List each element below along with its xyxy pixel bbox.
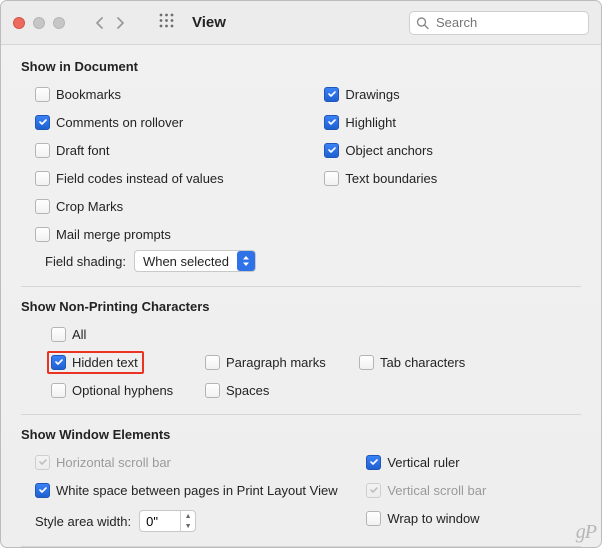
preferences-window: View Show in Document Bookmarks Comments… bbox=[0, 0, 602, 548]
checkbox-icon bbox=[51, 355, 66, 370]
checkbox-text-boundaries[interactable]: Text boundaries bbox=[324, 168, 581, 188]
checkbox-label: Spaces bbox=[226, 383, 269, 398]
checkbox-icon bbox=[35, 115, 50, 130]
checkbox-label: Optional hyphens bbox=[72, 383, 173, 398]
chevron-up-icon: ▲ bbox=[181, 511, 195, 521]
section-window-elements: Show Window Elements Horizontal scroll b… bbox=[21, 427, 581, 538]
checkbox-icon bbox=[366, 483, 381, 498]
checkbox-drawings[interactable]: Drawings bbox=[324, 84, 581, 104]
style-area-width-row: Style area width: ▲ ▼ bbox=[35, 510, 346, 532]
chevron-up-down-icon bbox=[237, 251, 255, 271]
window-title: View bbox=[192, 14, 226, 31]
checkbox-icon bbox=[205, 355, 220, 370]
checkbox-icon bbox=[324, 171, 339, 186]
checkbox-field-codes[interactable]: Field codes instead of values bbox=[35, 168, 304, 188]
checkbox-hidden-text[interactable]: Hidden text bbox=[51, 352, 181, 372]
checkbox-spaces[interactable]: Spaces bbox=[205, 380, 335, 400]
checkbox-label: Field codes instead of values bbox=[56, 171, 224, 186]
checkbox-comments-on-rollover[interactable]: Comments on rollover bbox=[35, 112, 304, 132]
checkbox-label: Horizontal scroll bar bbox=[56, 455, 171, 470]
titlebar: View bbox=[1, 1, 601, 45]
checkbox-label: Crop Marks bbox=[56, 199, 123, 214]
checkbox-icon bbox=[35, 171, 50, 186]
checkbox-paragraph-marks[interactable]: Paragraph marks bbox=[205, 352, 335, 372]
checkbox-label: Vertical ruler bbox=[387, 455, 459, 470]
section-title: Show in Document bbox=[21, 59, 581, 74]
checkbox-label: Object anchors bbox=[345, 143, 432, 158]
divider bbox=[21, 286, 581, 287]
section-title: Show Window Elements bbox=[21, 427, 581, 442]
checkbox-icon bbox=[324, 115, 339, 130]
checkbox-icon bbox=[35, 483, 50, 498]
close-window-button[interactable] bbox=[13, 17, 25, 29]
checkbox-all[interactable]: All bbox=[51, 324, 581, 344]
checkbox-icon bbox=[35, 227, 50, 242]
checkbox-icon bbox=[51, 383, 66, 398]
checkbox-tab-characters[interactable]: Tab characters bbox=[359, 352, 489, 372]
checkbox-bookmarks[interactable]: Bookmarks bbox=[35, 84, 304, 104]
checkbox-label: White space between pages in Print Layou… bbox=[56, 483, 338, 498]
section-show-in-document: Show in Document Bookmarks Comments on r… bbox=[21, 59, 581, 278]
checkbox-horizontal-scroll-bar: Horizontal scroll bar bbox=[35, 452, 346, 472]
checkbox-label: Draft font bbox=[56, 143, 109, 158]
checkbox-mail-merge-prompts[interactable]: Mail merge prompts bbox=[35, 224, 304, 244]
checkbox-icon bbox=[35, 455, 50, 470]
window-controls bbox=[13, 17, 65, 29]
preferences-body: Show in Document Bookmarks Comments on r… bbox=[1, 45, 601, 547]
checkbox-label: Bookmarks bbox=[56, 87, 121, 102]
nav-buttons bbox=[95, 16, 125, 30]
back-button[interactable] bbox=[95, 16, 105, 30]
section-title: Show Non-Printing Characters bbox=[21, 299, 581, 314]
section-non-printing-characters: Show Non-Printing Characters All Hidden … bbox=[21, 299, 581, 406]
field-shading-select[interactable]: When selected bbox=[134, 250, 256, 272]
checkbox-crop-marks[interactable]: Crop Marks bbox=[35, 196, 304, 216]
style-area-width-stepper[interactable]: ▲ ▼ bbox=[139, 510, 196, 532]
divider bbox=[21, 546, 581, 547]
checkbox-icon bbox=[324, 143, 339, 158]
checkbox-highlight[interactable]: Highlight bbox=[324, 112, 581, 132]
checkbox-label: Wrap to window bbox=[387, 511, 479, 526]
checkbox-vertical-ruler[interactable]: Vertical ruler bbox=[366, 452, 581, 472]
checkbox-icon bbox=[205, 383, 220, 398]
checkbox-icon bbox=[324, 87, 339, 102]
checkbox-icon bbox=[366, 455, 381, 470]
field-shading-row: Field shading: When selected bbox=[21, 250, 581, 272]
checkbox-icon bbox=[366, 511, 381, 526]
checkbox-label: Paragraph marks bbox=[226, 355, 326, 370]
checkbox-label: Comments on rollover bbox=[56, 115, 183, 130]
checkbox-white-space-between-pages[interactable]: White space between pages in Print Layou… bbox=[35, 480, 346, 500]
checkbox-icon bbox=[51, 327, 66, 342]
checkbox-label: Hidden text bbox=[72, 355, 138, 370]
search-field[interactable] bbox=[409, 11, 589, 35]
checkbox-label: Vertical scroll bar bbox=[387, 483, 486, 498]
checkbox-label: Text boundaries bbox=[345, 171, 437, 186]
select-value: When selected bbox=[143, 254, 229, 269]
minimize-window-button[interactable] bbox=[33, 17, 45, 29]
checkbox-label: All bbox=[72, 327, 86, 342]
checkbox-label: Drawings bbox=[345, 87, 399, 102]
checkbox-label: Mail merge prompts bbox=[56, 227, 171, 242]
checkbox-optional-hyphens[interactable]: Optional hyphens bbox=[51, 380, 181, 400]
checkbox-icon bbox=[35, 143, 50, 158]
chevron-down-icon: ▼ bbox=[181, 521, 195, 531]
annotation-highlight: Hidden text bbox=[47, 351, 144, 374]
style-area-width-label: Style area width: bbox=[35, 514, 131, 529]
show-all-icon[interactable] bbox=[159, 13, 174, 33]
checkbox-vertical-scroll-bar: Vertical scroll bar bbox=[366, 480, 581, 500]
checkbox-icon bbox=[35, 87, 50, 102]
checkbox-label: Tab characters bbox=[380, 355, 465, 370]
checkbox-wrap-to-window[interactable]: Wrap to window bbox=[366, 508, 581, 528]
checkbox-icon bbox=[359, 355, 374, 370]
search-input[interactable] bbox=[409, 11, 589, 35]
style-area-width-input[interactable] bbox=[140, 512, 180, 531]
checkbox-label: Highlight bbox=[345, 115, 396, 130]
maximize-window-button[interactable] bbox=[53, 17, 65, 29]
divider bbox=[21, 414, 581, 415]
checkbox-icon bbox=[35, 199, 50, 214]
checkbox-object-anchors[interactable]: Object anchors bbox=[324, 140, 581, 160]
stepper-arrows[interactable]: ▲ ▼ bbox=[180, 511, 195, 531]
forward-button[interactable] bbox=[115, 16, 125, 30]
field-shading-label: Field shading: bbox=[45, 254, 126, 269]
checkbox-draft-font[interactable]: Draft font bbox=[35, 140, 304, 160]
